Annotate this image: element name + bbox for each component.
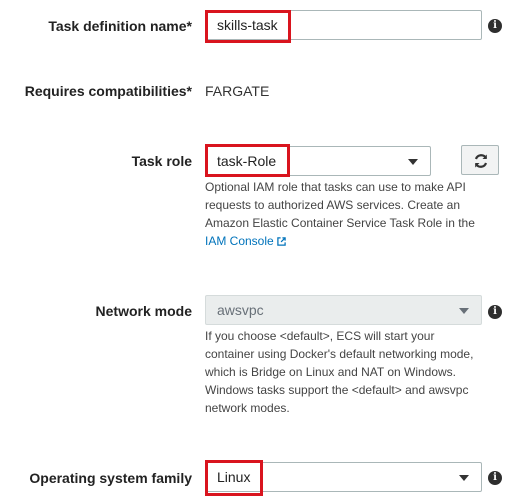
chevron-down-icon <box>459 475 469 481</box>
network-mode-label: Network mode <box>95 303 192 319</box>
refresh-icon <box>474 154 488 168</box>
info-icon[interactable]: i <box>488 305 502 319</box>
chevron-down-icon <box>459 308 469 314</box>
task-definition-form: Task definition name* skills-task i Requ… <box>0 0 519 502</box>
task-definition-name-value: skills-task <box>217 17 278 33</box>
operating-system-family-select[interactable]: Linux <box>205 462 482 492</box>
chevron-down-icon <box>408 159 418 165</box>
task-definition-name-input[interactable]: skills-task <box>205 10 482 40</box>
requires-compatibilities-label: Requires compatibilities* <box>24 83 192 99</box>
task-definition-name-label: Task definition name* <box>48 18 192 34</box>
task-role-help-text: Optional IAM role that tasks can use to … <box>205 180 475 230</box>
network-mode-help: If you choose <default>, ECS will start … <box>205 329 474 415</box>
requires-compatibilities-value: FARGATE <box>205 83 270 99</box>
refresh-button[interactable] <box>461 145 499 175</box>
iam-console-link-text: IAM Console <box>205 234 274 248</box>
info-icon[interactable]: i <box>488 471 502 485</box>
task-role-select[interactable]: task-Role <box>205 146 431 176</box>
info-icon[interactable]: i <box>488 19 502 33</box>
network-mode-selected: awsvpc <box>217 302 264 318</box>
operating-system-family-selected: Linux <box>217 469 251 485</box>
network-mode-select[interactable]: awsvpc <box>205 295 482 325</box>
task-role-help: Optional IAM role that tasks can use to … <box>205 178 495 250</box>
iam-console-link[interactable]: IAM Console <box>205 234 286 248</box>
task-role-selected: task-Role <box>217 153 277 169</box>
external-link-icon <box>276 237 286 246</box>
task-role-label: Task role <box>131 153 192 169</box>
operating-system-family-label: Operating system family <box>29 470 192 486</box>
